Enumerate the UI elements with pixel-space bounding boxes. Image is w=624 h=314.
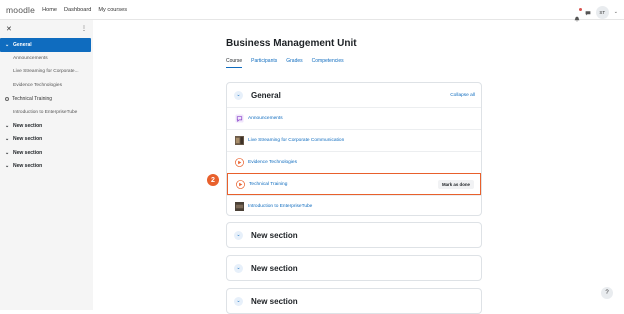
chevron-down-icon: ⌄ — [5, 136, 10, 143]
drawer-item-new-section[interactable]: ⌄ New section — [0, 119, 93, 133]
video-thumbnail — [235, 202, 244, 211]
activity-label: Technical Training — [249, 181, 288, 187]
new-section: ⌄ New section — [226, 255, 482, 281]
drawer-item-label: New section — [13, 149, 43, 156]
mark-as-done-button[interactable]: Mark as done — [437, 180, 474, 189]
nav-dashboard[interactable]: Dashboard — [64, 7, 91, 13]
user-avatar[interactable]: ST — [595, 5, 609, 19]
enterprisetube-icon — [235, 158, 244, 167]
section-title: New section — [251, 230, 298, 240]
course-tabs: Course Participants Grades Competencies — [226, 58, 344, 68]
chevron-down-icon[interactable]: ⌄ — [234, 296, 243, 306]
drawer-item-technical-training[interactable]: Technical Training — [0, 92, 93, 106]
collapse-all-link[interactable]: Collapse all — [450, 93, 475, 98]
chevron-down-icon[interactable]: ⌄ — [234, 263, 243, 273]
section-header[interactable]: ⌄ New section — [227, 223, 481, 247]
new-section: ⌄ New section — [226, 288, 482, 314]
chevron-down-icon: ⌄ — [5, 149, 10, 156]
section-header[interactable]: ⌄ General — [227, 83, 481, 107]
close-icon[interactable]: ✕ — [6, 25, 12, 33]
page-title: Business Management Unit — [226, 38, 357, 49]
enterprisetube-icon — [236, 179, 245, 189]
drawer-item-label: New section — [13, 136, 43, 143]
messages-icon[interactable] — [585, 3, 591, 21]
forum-icon — [235, 114, 244, 123]
notification-badge — [578, 8, 582, 11]
drawer-item-label: Announcements — [13, 55, 48, 61]
activity-introduction-enterprisetube[interactable]: Introduction to EnterpriseTube — [227, 195, 481, 217]
tab-grades[interactable]: Grades — [286, 58, 302, 68]
chevron-down-icon: ⌄ — [5, 122, 10, 129]
activity-technical-training[interactable]: Technical Training Mark as done — [227, 173, 481, 195]
notifications-bell-icon[interactable] — [574, 8, 582, 22]
activity-label: Introduction to EnterpriseTube — [248, 204, 313, 209]
chevron-down-icon: ⌄ — [5, 41, 10, 48]
drawer-item-evidence-technologies[interactable]: Evidence Technologies — [0, 79, 93, 93]
nav-home[interactable]: Home — [42, 7, 57, 13]
completion-circle-icon — [5, 96, 9, 101]
activity-evidence-technologies[interactable]: Evidence Technologies — [227, 151, 481, 173]
drawer-item-label: Live Streaming for Corporate... — [13, 69, 79, 75]
section-title: New section — [251, 296, 298, 306]
moodle-logo[interactable]: moodle — [6, 5, 35, 15]
tab-participants[interactable]: Participants — [251, 58, 277, 68]
section-header[interactable]: ⌄ New section — [227, 256, 481, 280]
drawer-item-new-section[interactable]: ⌄ New section — [0, 146, 93, 160]
drawer-item-label: Evidence Technologies — [13, 82, 62, 88]
tab-competencies[interactable]: Competencies — [312, 58, 344, 68]
nav-my-courses[interactable]: My courses — [98, 7, 127, 13]
tab-course[interactable]: Course — [226, 58, 243, 68]
drawer-item-live-streaming[interactable]: Live Streaming for Corporate... — [0, 65, 93, 79]
drawer-item-new-section[interactable]: ⌄ New section — [0, 160, 93, 174]
activity-label: Live Streaming for Corporate Communicati… — [248, 138, 345, 143]
drawer-item-general[interactable]: ⌄ General — [0, 38, 91, 52]
section-title: General — [251, 90, 281, 100]
drawer-item-introduction-enterprisetube[interactable]: Introduction to EnterpriseTube — [0, 106, 93, 120]
section-header[interactable]: ⌄ New section — [227, 289, 481, 313]
activity-label: Evidence Technologies — [248, 160, 297, 165]
drawer-menu-icon[interactable]: ⋮ — [81, 25, 87, 32]
video-thumbnail — [235, 136, 244, 145]
chevron-down-icon[interactable]: ⌄ — [234, 90, 243, 100]
top-navbar: moodle Home Dashboard My courses ST ⌄ — [0, 0, 624, 22]
activity-announcements[interactable]: Announcements — [227, 107, 481, 129]
drawer-item-label: New section — [13, 122, 43, 129]
activity-label: Announcements — [248, 116, 283, 121]
section-title: New section — [251, 263, 298, 273]
drawer-item-new-section[interactable]: ⌄ New section — [0, 133, 93, 147]
drawer-item-label: Introduction to EnterpriseTube — [13, 109, 78, 115]
chevron-down-icon[interactable]: ⌄ — [234, 230, 243, 240]
step-badge: 2 — [207, 174, 219, 186]
help-button[interactable]: ? — [601, 287, 613, 299]
chevron-down-icon: ⌄ — [5, 163, 10, 170]
general-section: ⌄ General Collapse all Announcements Liv… — [226, 82, 482, 216]
drawer-item-label: Technical Training — [12, 95, 53, 102]
user-menu-caret-icon[interactable]: ⌄ — [614, 9, 618, 15]
activity-live-streaming[interactable]: Live Streaming for Corporate Communicati… — [227, 129, 481, 151]
drawer-item-label: New section — [13, 163, 43, 170]
drawer-item-label: General — [13, 41, 32, 48]
drawer-item-announcements[interactable]: Announcements — [0, 52, 93, 66]
course-index-drawer: ✕ ⋮ ⌄ General Announcements Live Streami… — [0, 20, 93, 310]
new-section: ⌄ New section — [226, 222, 482, 248]
